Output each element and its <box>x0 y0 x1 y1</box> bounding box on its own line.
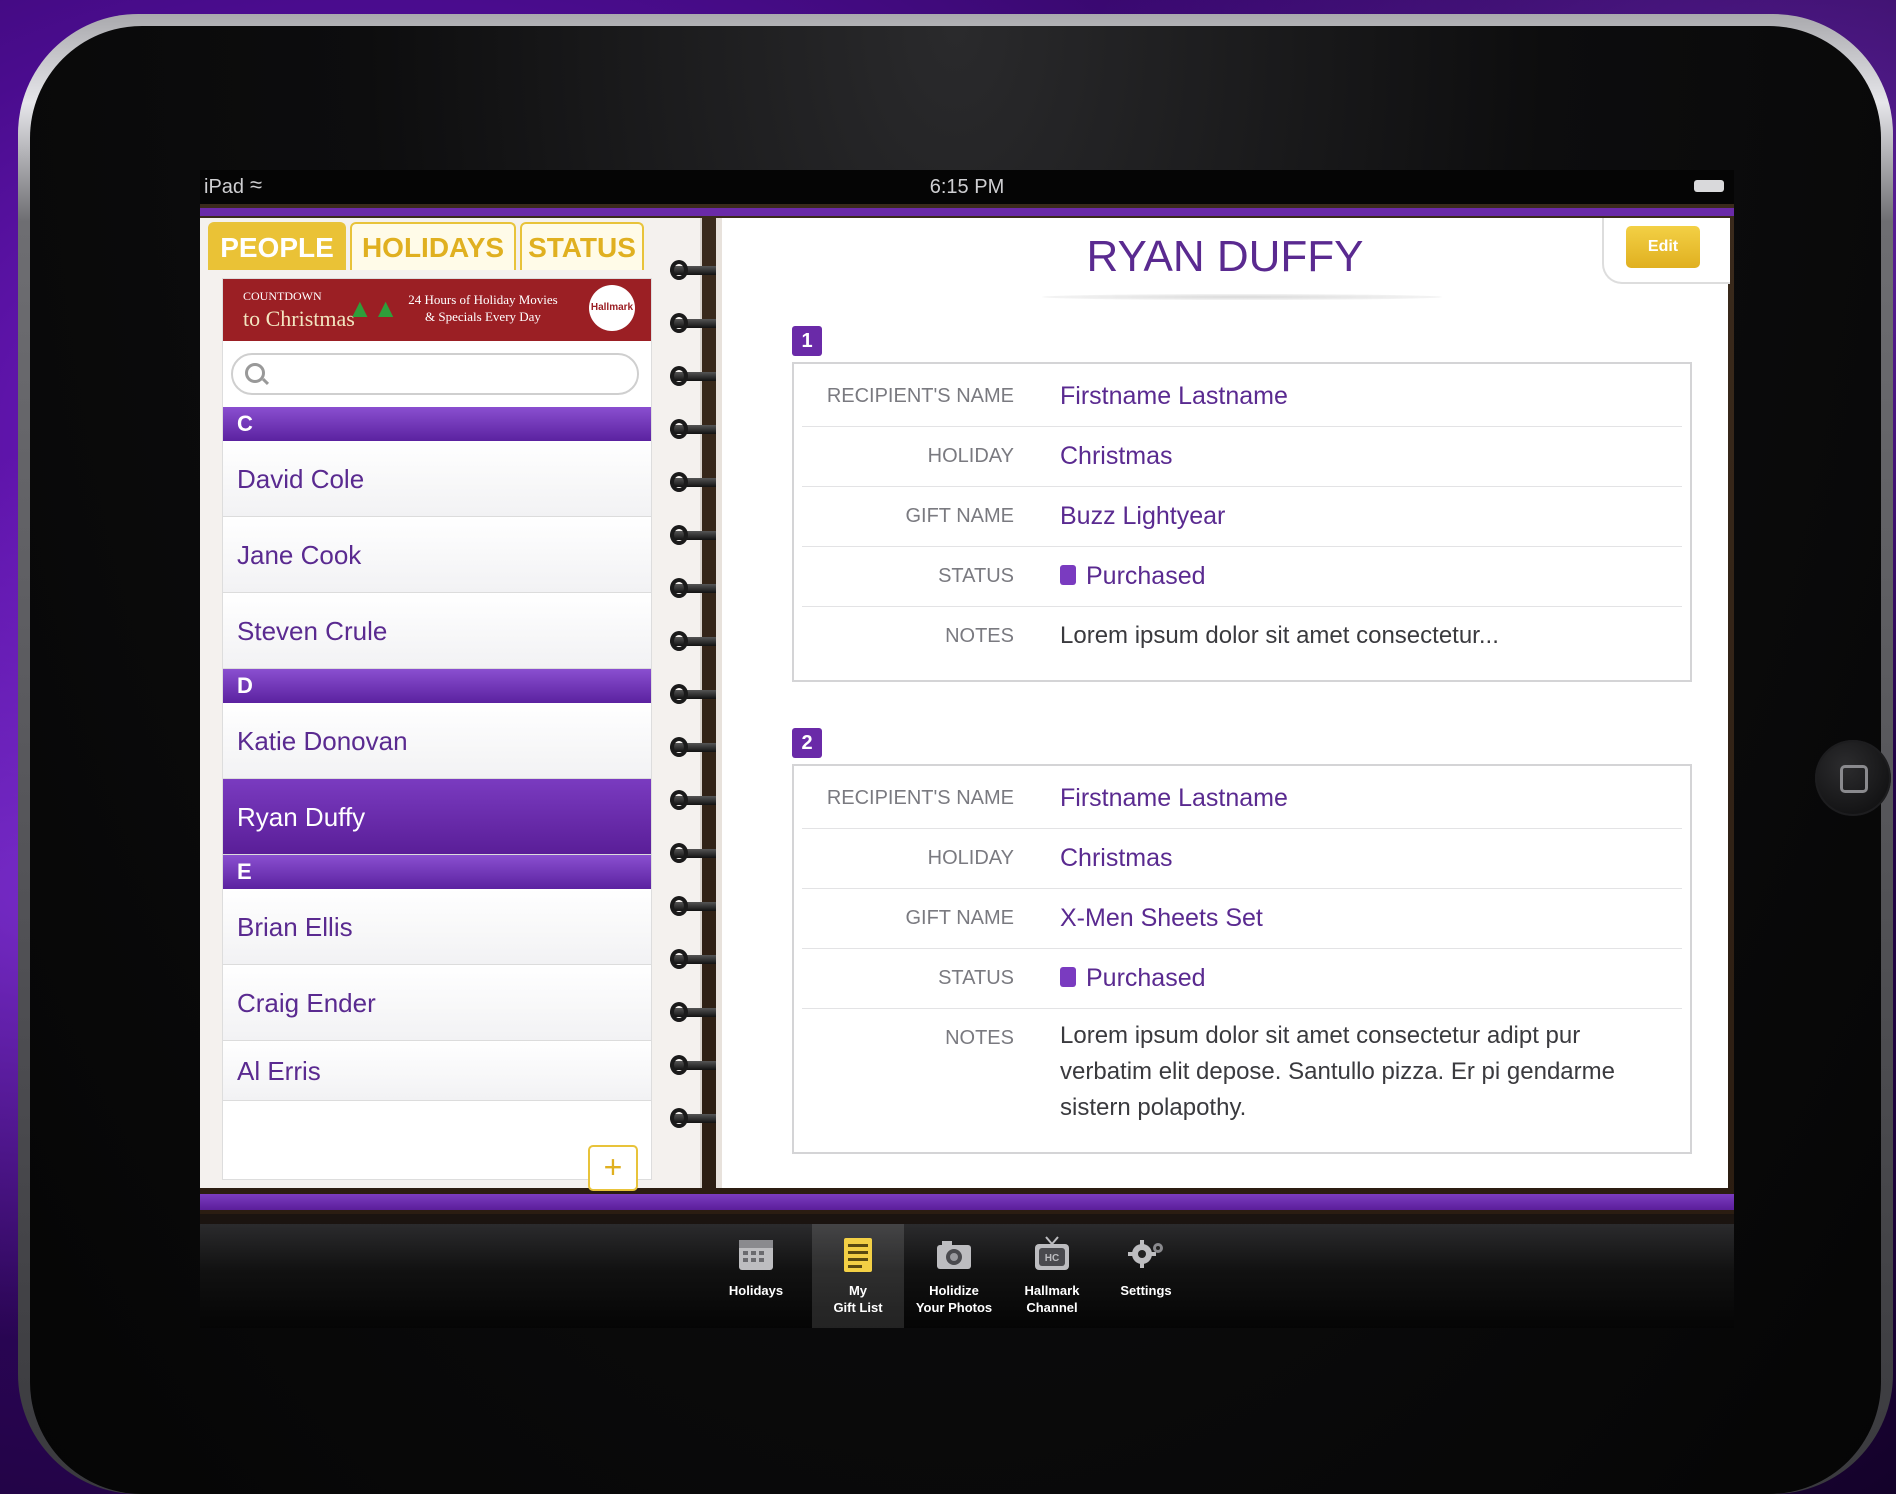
recipient-label: RECIPIENT'S NAME <box>826 385 1014 407</box>
ipad-screen: iPad ≈ 6:15 PM PEOPLE HOLIDAYS STATUS CO… <box>200 170 1734 1328</box>
purchased-bag-icon <box>1060 967 1076 987</box>
status-bar: iPad ≈ 6:15 PM <box>200 170 1734 204</box>
tv-icon: HC <box>1035 1236 1069 1270</box>
tabbar-item-hallmark-channel[interactable]: HC Hallmark Channel <box>1006 1224 1098 1328</box>
calendar-icon <box>739 1240 773 1270</box>
notes-label: NOTES <box>945 1027 1014 1049</box>
status-value: Purchased <box>1086 562 1206 590</box>
search-input[interactable] <box>231 353 639 395</box>
gift-list-icon <box>844 1238 872 1272</box>
purchased-bag-icon <box>1060 565 1076 585</box>
gift-name-value: Buzz Lightyear <box>1060 502 1226 530</box>
banner-brand-top: COUNTDOWN <box>243 289 322 303</box>
camera-icon <box>937 1241 971 1269</box>
tabbar-label: My <box>848 1283 868 1298</box>
status-label: STATUS <box>938 565 1014 587</box>
notes-label: NOTES <box>945 625 1014 647</box>
edit-button[interactable]: Edit <box>1626 226 1700 268</box>
notes-value: Lorem ipsum dolor sit amet consectetur..… <box>1060 622 1499 649</box>
tabbar-item-gift-list[interactable]: My Gift List <box>812 1224 904 1328</box>
bottom-tab-bar: Holidays My Gift List Holidize Your Phot… <box>200 1224 1734 1328</box>
holiday-value: Christmas <box>1060 844 1173 872</box>
gift-card[interactable]: RECIPIENT'S NAME Firstname Lastname HOLI… <box>792 764 1692 1154</box>
section-header-d: D <box>223 669 651 703</box>
list-item[interactable]: Al Erris <box>223 1041 651 1101</box>
people-page: PEOPLE HOLIDAYS STATUS COUNTDOWN to Chri… <box>200 218 702 1191</box>
people-list: COUNTDOWN to Christmas ▲▲ 24 Hours of Ho… <box>222 278 652 1191</box>
svg-text:HC: HC <box>1045 1253 1059 1264</box>
section-header-e: E <box>223 855 651 889</box>
list-item[interactable]: David Cole <box>223 441 651 517</box>
gift-name-label: GIFT NAME <box>905 907 1014 929</box>
recipient-value: Firstname Lastname <box>1060 784 1288 812</box>
tab-status[interactable]: STATUS <box>520 222 644 270</box>
tab-holidays[interactable]: HOLIDAYS <box>350 222 516 270</box>
battery-icon <box>1694 180 1724 192</box>
tabbar-label: Gift List <box>833 1300 883 1315</box>
tabbar-label: Channel <box>1026 1300 1078 1315</box>
holiday-label: HOLIDAY <box>927 445 1014 467</box>
section-header-c: C <box>223 407 651 441</box>
tab-people[interactable]: PEOPLE <box>208 222 346 270</box>
list-item[interactable]: Steven Crule <box>223 593 651 669</box>
gift-detail-page: RYAN DUFFY Edit 1 RECIPIENT'S NAME First… <box>716 218 1730 1188</box>
tabbar-label: Hallmark <box>1024 1283 1080 1298</box>
clock: 6:15 PM <box>929 176 1005 198</box>
status-value: Purchased <box>1086 964 1206 992</box>
gift-list-app: PEOPLE HOLIDAYS STATUS COUNTDOWN to Chri… <box>200 204 1734 1214</box>
list-item[interactable]: Brian Ellis <box>223 889 651 965</box>
notes-value: Lorem ipsum dolor sit amet consectetur a… <box>1060 1022 1615 1121</box>
home-button[interactable] <box>1815 740 1891 816</box>
home-square-icon <box>1840 765 1868 793</box>
status-label: STATUS <box>938 967 1014 989</box>
list-item[interactable]: Craig Ender <box>223 965 651 1041</box>
list-item[interactable]: Jane Cook <box>223 517 651 593</box>
recipient-value: Firstname Lastname <box>1060 382 1288 410</box>
banner-brand-bottom: to Christmas <box>243 306 355 331</box>
tabbar-label: Settings <box>1120 1283 1172 1298</box>
search-icon <box>245 363 265 383</box>
tabbar-label: Holidize <box>929 1283 979 1298</box>
segment-tabs: PEOPLE HOLIDAYS STATUS <box>208 222 664 272</box>
gear-icon <box>1128 1240 1163 1268</box>
tabbar-label: Holidays <box>728 1283 784 1298</box>
gift-name-label: GIFT NAME <box>905 505 1014 527</box>
tabbar-label: Your Photos <box>915 1300 993 1315</box>
countdown-banner-ad[interactable]: COUNTDOWN to Christmas ▲▲ 24 Hours of Ho… <box>223 279 651 341</box>
holiday-value: Christmas <box>1060 442 1173 470</box>
list-item[interactable]: Katie Donovan <box>223 703 651 779</box>
tabbar-item-settings[interactable]: Settings <box>1100 1224 1192 1328</box>
holiday-label: HOLIDAY <box>927 847 1014 869</box>
banner-tagline-1: 24 Hours of Holiday Movies <box>408 292 558 307</box>
gift-card[interactable]: RECIPIENT'S NAME Firstname Lastname HOLI… <box>792 362 1692 682</box>
tabbar-item-holidize-photos[interactable]: Holidize Your Photos <box>908 1224 1000 1328</box>
banner-tagline-2: & Specials Every Day <box>425 309 541 324</box>
tabbar-item-holidays[interactable]: Holidays <box>710 1224 802 1328</box>
list-item-selected[interactable]: Ryan Duffy <box>223 779 651 855</box>
ornament-logo: Hallmark <box>589 285 635 331</box>
gift-number-badge: 2 <box>792 728 822 758</box>
recipient-label: RECIPIENT'S NAME <box>826 787 1014 809</box>
add-person-button[interactable]: + <box>588 1145 638 1191</box>
tree-icon: ▲▲ <box>347 293 399 323</box>
gift-name-value: X-Men Sheets Set <box>1060 904 1263 932</box>
gift-number-badge: 1 <box>792 326 822 356</box>
person-title: RYAN DUFFY <box>1086 232 1364 281</box>
